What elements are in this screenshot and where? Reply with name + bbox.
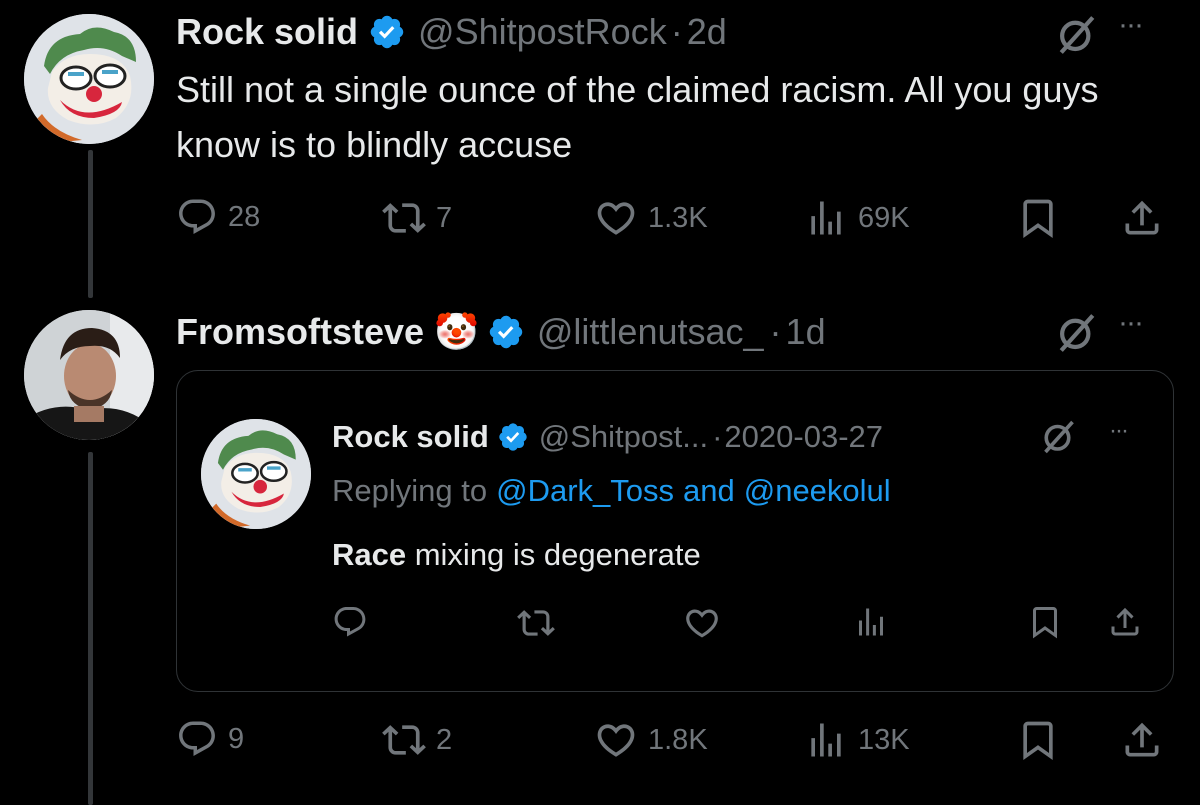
mention-and: and — [683, 473, 735, 508]
avatar-rock-solid[interactable] — [24, 14, 154, 144]
views-button[interactable]: 13K — [804, 718, 910, 762]
author-name[interactable]: Fromsoftsteve — [176, 311, 424, 353]
repost-count: 7 — [436, 201, 453, 234]
tweet2-header: Fromsoftsteve 🤡 @littlenutsac_ · 1d — [176, 304, 826, 360]
views-icon — [853, 604, 889, 640]
views-button[interactable]: 69K — [804, 196, 910, 240]
quoted-avatar[interactable] — [201, 419, 311, 529]
like-icon — [594, 718, 638, 762]
thread-line-bottom — [88, 452, 93, 805]
reply-icon — [332, 604, 368, 640]
tweet-text: Still not a single ounce of the claimed … — [176, 69, 1099, 165]
share-icon — [1107, 604, 1143, 640]
replying-to-line: Replying to @Dark_Toss and @neekolul — [332, 469, 891, 513]
grok-icon[interactable] — [1056, 14, 1098, 56]
replying-to-label: Replying to — [332, 473, 488, 508]
repost-icon — [517, 604, 555, 642]
quoted-like-button[interactable] — [683, 604, 721, 642]
separator-dot: · — [712, 419, 723, 454]
repost-count: 2 — [436, 723, 453, 756]
reply-icon — [176, 196, 218, 238]
bookmark-button[interactable] — [1016, 718, 1060, 762]
quoted-reply-button[interactable] — [332, 604, 368, 640]
quoted-text-rest: mixing is degenerate — [406, 537, 701, 572]
profile-photo-icon — [24, 310, 154, 440]
author-handle[interactable]: @ShitpostRock — [418, 11, 667, 53]
quoted-text: Race mixing is degenerate — [332, 533, 701, 577]
bookmark-icon — [1016, 196, 1060, 240]
share-icon — [1120, 718, 1164, 762]
author-handle[interactable]: @littlenutsac_ — [537, 311, 764, 353]
grok-icon[interactable] — [1041, 419, 1077, 455]
repost-button[interactable]: 2 — [382, 718, 452, 762]
quoted-author-name[interactable]: Rock solid — [332, 419, 489, 455]
views-icon — [804, 718, 848, 762]
clown-emoji: 🤡 — [434, 311, 479, 352]
separator-dot: · — [769, 311, 782, 352]
share-icon — [1120, 196, 1164, 240]
quoted-share-button[interactable] — [1107, 604, 1143, 640]
like-icon — [594, 196, 638, 240]
quoted-views-button[interactable] — [853, 604, 889, 640]
bookmark-icon — [1016, 718, 1060, 762]
repost-icon — [382, 196, 426, 240]
more-icon[interactable]: ··· — [1118, 8, 1144, 42]
verified-icon — [368, 13, 406, 51]
repost-icon — [382, 718, 426, 762]
views-count: 69K — [858, 201, 910, 234]
like-count: 1.3K — [648, 201, 708, 234]
quoted-tweet-card[interactable]: Rock solid @Shitpost... · 2020-03-27 ···… — [176, 370, 1174, 692]
mention-dark-toss[interactable]: @Dark_Toss — [496, 473, 674, 509]
author-name[interactable]: Rock solid — [176, 11, 358, 53]
reply-button[interactable]: 28 — [176, 196, 260, 238]
reply-count: 28 — [228, 200, 261, 233]
tweet1-header: Rock solid @ShitpostRock · 2d — [176, 4, 727, 60]
quoted-header: Rock solid @Shitpost... · 2020-03-27 — [332, 415, 883, 459]
quoted-author-handle[interactable]: @Shitpost... — [539, 419, 708, 455]
quoted-text-bold: Race — [332, 537, 407, 572]
share-button[interactable] — [1120, 196, 1164, 240]
like-button[interactable]: 1.3K — [594, 196, 708, 240]
clown-garfield-avatar-icon — [24, 14, 154, 144]
like-count: 1.8K — [648, 723, 708, 756]
separator-dot: · — [670, 11, 683, 52]
avatar-fromsoftsteve[interactable] — [24, 310, 154, 440]
repost-button[interactable]: 7 — [382, 196, 452, 240]
quoted-date[interactable]: 2020-03-27 — [724, 419, 883, 455]
clown-garfield-avatar-icon — [201, 419, 311, 529]
bookmark-button[interactable] — [1016, 196, 1060, 240]
reply-button[interactable]: 9 — [176, 718, 244, 760]
like-icon — [683, 604, 721, 642]
reply-icon — [176, 718, 218, 760]
verified-icon — [497, 421, 529, 453]
tweet-time[interactable]: 2d — [687, 11, 727, 53]
more-icon[interactable]: ··· — [1118, 306, 1144, 340]
grok-icon[interactable] — [1056, 312, 1098, 354]
verified-icon — [487, 313, 525, 351]
mention-neekolul[interactable]: @neekolul — [744, 473, 891, 509]
like-button[interactable]: 1.8K — [594, 718, 708, 762]
views-count: 13K — [858, 723, 910, 756]
tweet-time[interactable]: 1d — [786, 311, 826, 353]
reply-count: 9 — [228, 722, 245, 755]
quoted-bookmark-button[interactable] — [1027, 604, 1063, 640]
more-icon[interactable]: ··· — [1109, 417, 1129, 445]
views-icon — [804, 196, 848, 240]
bookmark-icon — [1027, 604, 1063, 640]
thread-line-top — [88, 150, 93, 298]
share-button[interactable] — [1120, 718, 1164, 762]
quoted-repost-button[interactable] — [517, 604, 555, 642]
